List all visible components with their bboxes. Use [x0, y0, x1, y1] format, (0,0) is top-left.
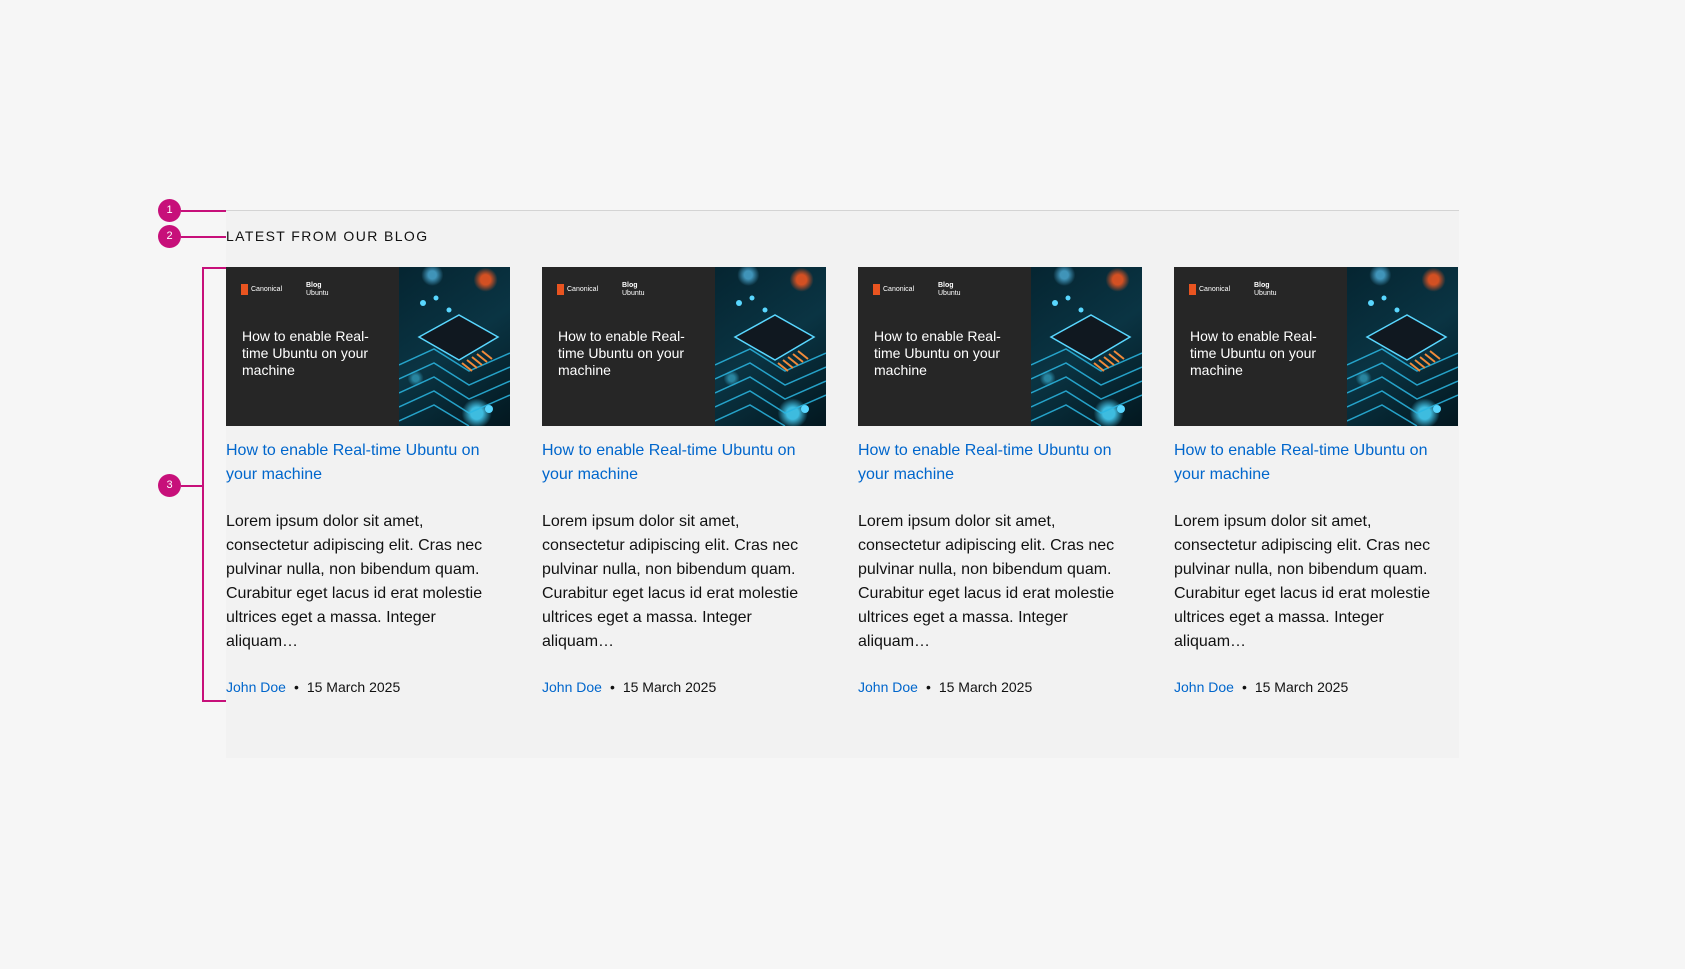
image-title: How to enable Real-time Ubuntu on your m… [874, 328, 1001, 378]
author-link[interactable]: John Doe [226, 677, 286, 697]
circuit-board-image [1031, 267, 1142, 426]
circuit-board-image [1347, 267, 1458, 426]
annotation-marker-1: 1 [158, 199, 181, 222]
blog-card-excerpt: Lorem ipsum dolor sit amet, consectetur … [1174, 513, 1431, 650]
blog-card-title-link[interactable]: How to enable Real-time Ubuntu on your m… [542, 439, 826, 487]
blog-tag-sublabel: Ubuntu [938, 290, 961, 297]
meta-separator: • [925, 679, 931, 695]
canonical-brand: Canonical [1189, 284, 1230, 295]
image-title: How to enable Real-time Ubuntu on your m… [1190, 328, 1317, 378]
section-heading: LATEST FROM OUR BLOG [226, 228, 429, 244]
blog-tag-sublabel: Ubuntu [1254, 290, 1277, 297]
blog-card-excerpt: Lorem ipsum dolor sit amet, consectetur … [858, 513, 1115, 650]
author-link[interactable]: John Doe [542, 677, 602, 697]
brand-name: Canonical [567, 286, 599, 293]
publish-date: 15 March 2025 [622, 679, 717, 695]
meta-separator: • [609, 679, 615, 695]
blog-card: Canonical Blog Ubuntu How to enable Real… [858, 267, 1142, 697]
annotation-marker-2: 2 [158, 225, 181, 248]
meta-separator: • [1241, 679, 1247, 695]
blog-card-title-link[interactable]: How to enable Real-time Ubuntu on your m… [226, 439, 510, 487]
annotation-line-1 [181, 210, 226, 212]
blog-card-image[interactable]: Canonical Blog Ubuntu How to enable Real… [542, 267, 826, 426]
blog-card-image[interactable]: Canonical Blog Ubuntu How to enable Real… [1174, 267, 1458, 426]
brand-name: Canonical [883, 286, 915, 293]
blog-card-image[interactable]: Canonical Blog Ubuntu How to enable Real… [858, 267, 1142, 426]
blog-card-list: Canonical Blog Ubuntu How to enable Real… [226, 267, 1459, 697]
blog-card: Canonical Blog Ubuntu How to enable Real… [1174, 267, 1458, 697]
blog-tag: Blog Ubuntu [622, 282, 645, 298]
blog-card-meta: John Doe • 15 March 2025 [858, 677, 1142, 697]
meta-separator: • [293, 679, 299, 695]
image-title: How to enable Real-time Ubuntu on your m… [242, 328, 369, 378]
blog-card-meta: John Doe • 15 March 2025 [226, 677, 510, 697]
circuit-board-image [715, 267, 826, 426]
blog-card-title-link[interactable]: How to enable Real-time Ubuntu on your m… [1174, 439, 1458, 487]
blog-card-meta: John Doe • 15 March 2025 [542, 677, 826, 697]
brand-name: Canonical [1199, 286, 1231, 293]
blog-card-excerpt: Lorem ipsum dolor sit amet, consectetur … [542, 513, 799, 650]
annotation-line-3 [181, 485, 203, 487]
blog-tag: Blog Ubuntu [306, 282, 329, 298]
annotation-line-2 [181, 236, 226, 238]
annotation-bracket [202, 267, 226, 702]
author-link[interactable]: John Doe [858, 677, 918, 697]
blog-tag-sublabel: Ubuntu [306, 290, 329, 297]
blog-tag: Blog Ubuntu [1254, 282, 1277, 298]
canonical-logo-icon [1189, 284, 1196, 295]
blog-card: Canonical Blog Ubuntu How to enable Real… [226, 267, 510, 697]
blog-card-excerpt: Lorem ipsum dolor sit amet, consectetur … [226, 513, 483, 650]
author-link[interactable]: John Doe [1174, 677, 1234, 697]
blog-tag: Blog Ubuntu [938, 282, 961, 298]
publish-date: 15 March 2025 [938, 679, 1033, 695]
circuit-board-image [399, 267, 510, 426]
canonical-brand: Canonical [241, 284, 282, 295]
canonical-logo-icon [557, 284, 564, 295]
blog-tag-sublabel: Ubuntu [622, 290, 645, 297]
canonical-brand: Canonical [873, 284, 914, 295]
publish-date: 15 March 2025 [306, 679, 401, 695]
blog-card-meta: John Doe • 15 March 2025 [1174, 677, 1458, 697]
blog-card-title-link[interactable]: How to enable Real-time Ubuntu on your m… [858, 439, 1142, 487]
publish-date: 15 March 2025 [1254, 679, 1349, 695]
canonical-brand: Canonical [557, 284, 598, 295]
blog-tag-label: Blog [622, 282, 638, 289]
blog-tag-label: Blog [1254, 282, 1270, 289]
canonical-logo-icon [873, 284, 880, 295]
blog-tag-label: Blog [306, 282, 322, 289]
image-title: How to enable Real-time Ubuntu on your m… [558, 328, 685, 378]
blog-card-image[interactable]: Canonical Blog Ubuntu How to enable Real… [226, 267, 510, 426]
annotation-marker-3: 3 [158, 474, 181, 497]
section-divider [226, 210, 1459, 211]
blog-tag-label: Blog [938, 282, 954, 289]
canonical-logo-icon [241, 284, 248, 295]
brand-name: Canonical [251, 286, 283, 293]
blog-card: Canonical Blog Ubuntu How to enable Real… [542, 267, 826, 697]
